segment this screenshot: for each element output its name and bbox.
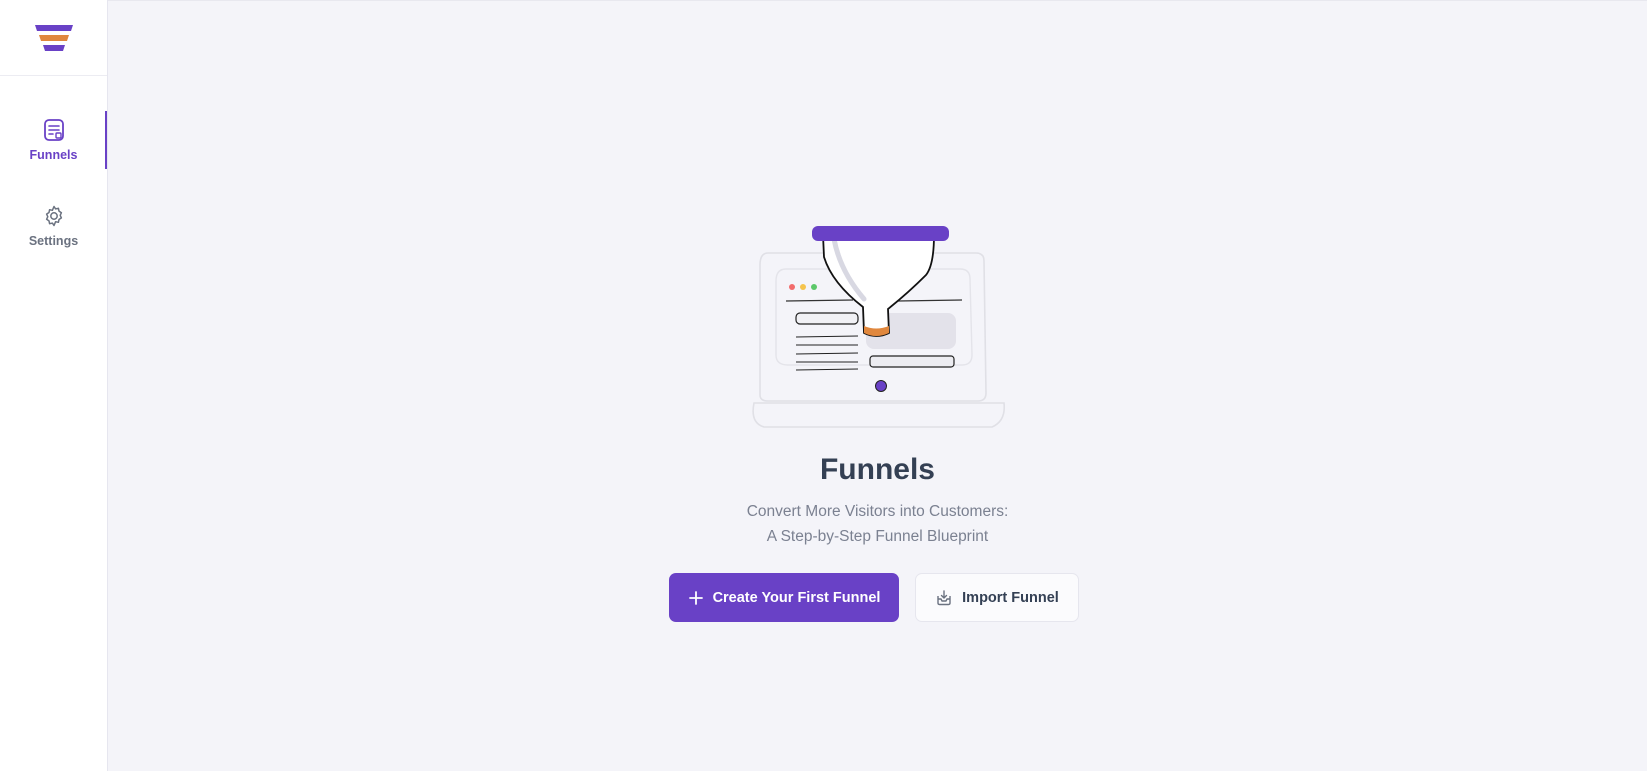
- sidebar-item-settings[interactable]: Settings: [0, 197, 107, 255]
- subtitle-line: Convert More Visitors into Customers:: [746, 503, 1009, 520]
- page-subtitle: Convert More Visitors into Customers: A …: [108, 499, 1647, 549]
- import-funnel-label: Import Funnel: [962, 589, 1059, 606]
- sidebar: Funnels Settings: [0, 0, 108, 771]
- sidebar-item-label: Funnels: [29, 148, 78, 162]
- funnel-laptop-illustration: [752, 226, 1006, 428]
- create-first-funnel-label: Create Your First Funnel: [712, 589, 881, 606]
- main-content: Funnels Convert More Visitors into Custo…: [108, 0, 1647, 771]
- logo-area: [0, 0, 107, 76]
- import-tray-icon: [935, 589, 953, 607]
- gear-icon: [45, 205, 62, 227]
- sidebar-item-funnels[interactable]: Funnels: [0, 111, 107, 169]
- funnel-document-icon: [43, 119, 64, 141]
- sidebar-item-label: Settings: [28, 234, 79, 248]
- funnel-logo-icon[interactable]: [34, 23, 74, 53]
- import-funnel-button[interactable]: Import Funnel: [915, 573, 1079, 622]
- plus-icon: [688, 590, 704, 606]
- page-title: Funnels: [819, 453, 935, 486]
- create-first-funnel-button[interactable]: Create Your First Funnel: [669, 573, 899, 622]
- subtitle-line: A Step-by-Step Funnel Blueprint: [766, 528, 989, 545]
